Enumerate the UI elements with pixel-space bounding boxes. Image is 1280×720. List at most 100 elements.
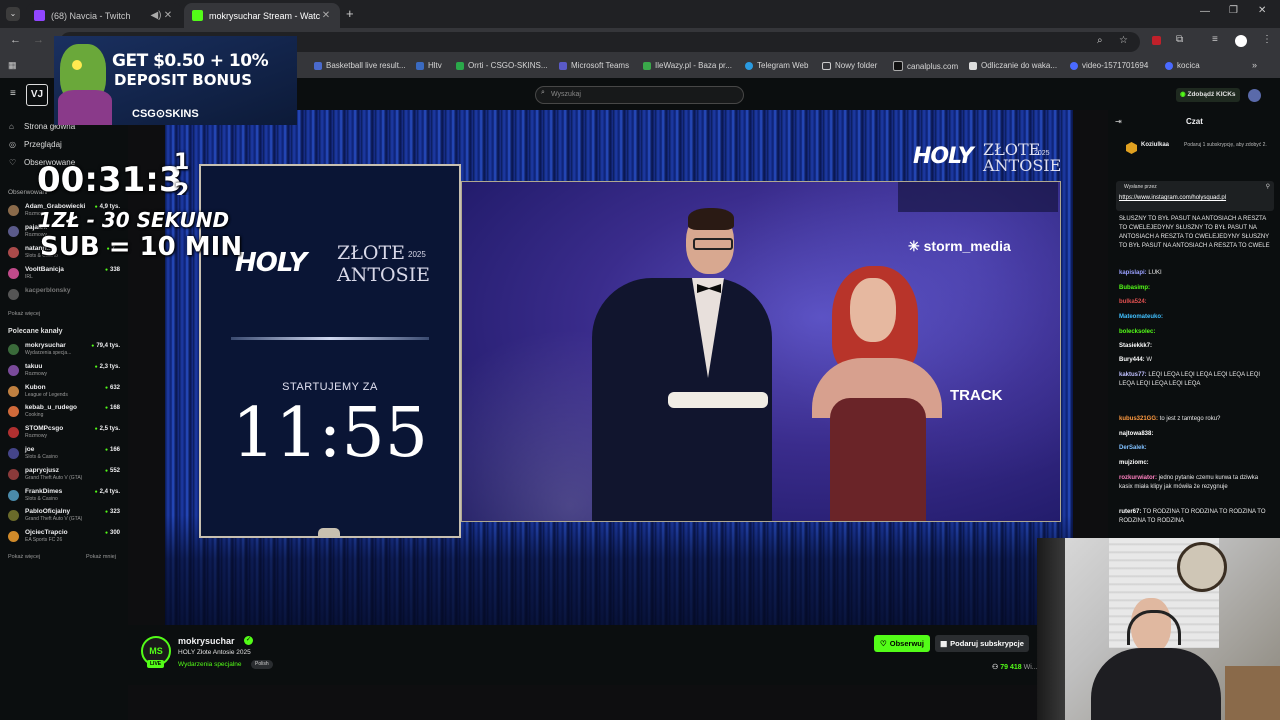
tab-title: mokrysuchar Stream - Watch Li: [209, 10, 320, 21]
channel-avatar: [8, 289, 19, 300]
chat-username[interactable]: Bubasimp:: [1119, 285, 1150, 291]
tab-search-button[interactable]: ⌄: [6, 7, 20, 21]
bookmark-video[interactable]: video-1571701694: [1070, 61, 1148, 70]
starting-label: STARTUJEMY ZA: [282, 381, 378, 393]
language-tag[interactable]: Polish: [251, 660, 273, 669]
channel-category: Slots & Casino: [25, 454, 58, 460]
apps-grid-icon[interactable]: ▦: [8, 60, 17, 71]
chat-username[interactable]: mujziomc:: [1119, 460, 1149, 466]
ad-brand: CSG⊙SKINS: [132, 108, 199, 120]
channel-name[interactable]: mokrysuchar: [178, 636, 235, 646]
forward-button[interactable]: →: [33, 34, 44, 46]
bookmark-label: Nowy folder: [835, 61, 878, 70]
host-man: [592, 208, 792, 521]
media-icon[interactable]: ≡: [1212, 34, 1218, 45]
chat-username[interactable]: kapislapi:: [1119, 270, 1147, 276]
collapse-chat-icon[interactable]: ⇥: [1115, 117, 1122, 126]
csgoskins-ad-banner[interactable]: GET $0.50 + 10% DEPOSIT BONUS CSG⊙SKINS: [54, 36, 297, 125]
bookmark-kocica[interactable]: kocica: [1165, 61, 1200, 70]
channel-avatar: [8, 531, 19, 543]
bookmark-folder[interactable]: Nowy folder: [822, 61, 877, 70]
chat-username[interactable]: najtowa838:: [1119, 431, 1153, 437]
channel-viewers: 338: [105, 267, 120, 273]
zoom-icon[interactable]: ⌕: [1097, 35, 1103, 46]
show-less-recommended[interactable]: Pokaż mniej: [86, 554, 116, 560]
bookmark-star-icon[interactable]: ☆: [1119, 35, 1128, 46]
channel-category: Wydarzenia specja...: [25, 350, 72, 356]
bookmark-hltv[interactable]: Hltv: [416, 61, 442, 70]
sidebar-channel[interactable]: VooltBanicjaIRL 338: [8, 266, 122, 284]
back-button[interactable]: ←: [10, 34, 21, 46]
chat-username[interactable]: bolecksolec:: [1119, 329, 1155, 335]
sidebar-channel[interactable]: STOMPcsgoRozmowy 2,5 tys.: [8, 425, 122, 443]
chat-username[interactable]: rozkurwiator:: [1119, 475, 1157, 481]
kick-logo[interactable]: VJ: [26, 84, 48, 106]
host-woman: [792, 258, 962, 521]
sidebar-channel[interactable]: OjciecTrapcioEA Sports FC 26 300: [8, 529, 122, 547]
chat-username[interactable]: ruter67:: [1119, 509, 1141, 515]
hamburger-menu-icon[interactable]: ≡: [10, 88, 16, 99]
get-kicks-label: Zdobądź KICKs: [1187, 91, 1236, 98]
sidebar-channel[interactable]: FrankDimesSlots & Casino 2,4 tys.: [8, 488, 122, 506]
bookmark-telegram[interactable]: Telegram Web: [745, 61, 808, 70]
close-tab-icon[interactable]: ✕: [320, 10, 332, 21]
minimize-button[interactable]: —: [1200, 6, 1210, 17]
bookmark-teams[interactable]: Microsoft Teams: [559, 61, 629, 70]
tab-kick[interactable]: mokrysuchar Stream - Watch Li ✕: [184, 3, 340, 28]
extensions-puzzle-icon[interactable]: ⧉: [1176, 34, 1183, 45]
webcam-overlay: [1037, 538, 1280, 720]
channel-name: joe: [25, 446, 35, 453]
nav-browse[interactable]: Przeglądaj: [24, 140, 62, 149]
stage-year: 2025: [1034, 150, 1050, 157]
bookmark-ilewazy[interactable]: IleWazy.pl - Baza pr...: [643, 61, 732, 70]
follow-button[interactable]: ♡ Obserwuj: [874, 635, 930, 652]
stage-title-2: ANTOSIE: [983, 156, 1062, 175]
sidebar-channel[interactable]: kacperblonsky: [8, 287, 122, 305]
close-window-button[interactable]: ✕: [1258, 5, 1266, 16]
channel-avatar: [8, 364, 19, 376]
chat-text: SŁUSZNY TO BYŁ PASUT NA ANTOSIACH A RESZ…: [1119, 216, 1270, 249]
bookmark-canalplus[interactable]: canalplus.com: [893, 61, 958, 71]
bookmark-label: canalplus.com: [907, 61, 959, 71]
host-man-glasses: [693, 238, 733, 250]
chat-username[interactable]: kaktus77:: [1119, 372, 1147, 378]
stream-category[interactable]: Wydarzenia specjalne: [178, 661, 242, 668]
sidebar-channel[interactable]: PabloOficjalnyGrand Theft Auto V (GTA) 32…: [8, 508, 122, 526]
chat-username[interactable]: Mateomateuko:: [1119, 314, 1163, 320]
close-tab-icon[interactable]: ✕: [162, 10, 174, 21]
chat-username[interactable]: bulka524:: [1119, 299, 1147, 305]
stage-camera-feed: ✳ storm_media TRACK: [461, 181, 1061, 522]
tab-twitch[interactable]: (68) Navcia - Twitch ◀) ✕: [26, 3, 182, 28]
channel-name: paprycjusz: [25, 466, 59, 474]
sidebar-channel[interactable]: mokrysucharWydarzenia specja... 79,4 tys.: [8, 342, 122, 360]
paper-scroll: [668, 392, 768, 408]
show-more-followed[interactable]: Pokaż więcej: [8, 311, 40, 317]
chat-username[interactable]: DerSalek:: [1119, 445, 1147, 451]
maximize-button[interactable]: ❐: [1229, 5, 1238, 16]
show-more-recommended[interactable]: Pokaż więcej: [8, 554, 40, 560]
profile-avatar[interactable]: [1235, 35, 1247, 47]
bookmarks-overflow-icon[interactable]: »: [1252, 60, 1257, 70]
chat-username[interactable]: kubus321GG:: [1119, 416, 1158, 422]
bookmark-odliczanie[interactable]: Odliczanie do waka...: [969, 61, 1057, 70]
pinned-message[interactable]: Wysłane przez https://www.instagram.com/…: [1116, 181, 1274, 211]
search-input[interactable]: Wyszukaj: [535, 86, 744, 104]
bookmark-orrti[interactable]: Orrti - CSGO-SKINS...: [456, 61, 548, 70]
speaker-icon[interactable]: ◀): [150, 10, 162, 21]
extension-icon[interactable]: [1152, 36, 1161, 45]
sidebar-channel[interactable]: takuuRozmowy 2,3 tys.: [8, 363, 122, 381]
new-tab-button[interactable]: +: [346, 6, 354, 21]
sidebar-channel[interactable]: kebab_u_rudegoCooking 168: [8, 404, 122, 422]
menu-kebab-icon[interactable]: ⋮: [1262, 34, 1272, 45]
gift-subs-button[interactable]: ▦ Podaruj subskrypcje: [935, 635, 1029, 652]
sidebar-channel[interactable]: paprycjuszGrand Theft Auto V (GTA) 552: [8, 467, 122, 485]
sidebar-channel[interactable]: KubonLeague of Legends 632: [8, 384, 122, 402]
get-kicks-button[interactable]: ◉ Zdobądź KICKs: [1176, 88, 1240, 102]
sidebar-channel[interactable]: joeSlots & Casino 166: [8, 446, 122, 464]
chat-username[interactable]: Bury444:: [1119, 357, 1145, 363]
ad-headline: GET $0.50 + 10%: [112, 51, 269, 71]
user-avatar[interactable]: [1248, 89, 1261, 102]
bookmark-basketball[interactable]: Basketball live result...: [314, 61, 406, 70]
pinned-link[interactable]: https://www.instagram.com/holysquad.pl: [1119, 195, 1226, 201]
chat-username[interactable]: Stasiekkk7:: [1119, 343, 1152, 349]
